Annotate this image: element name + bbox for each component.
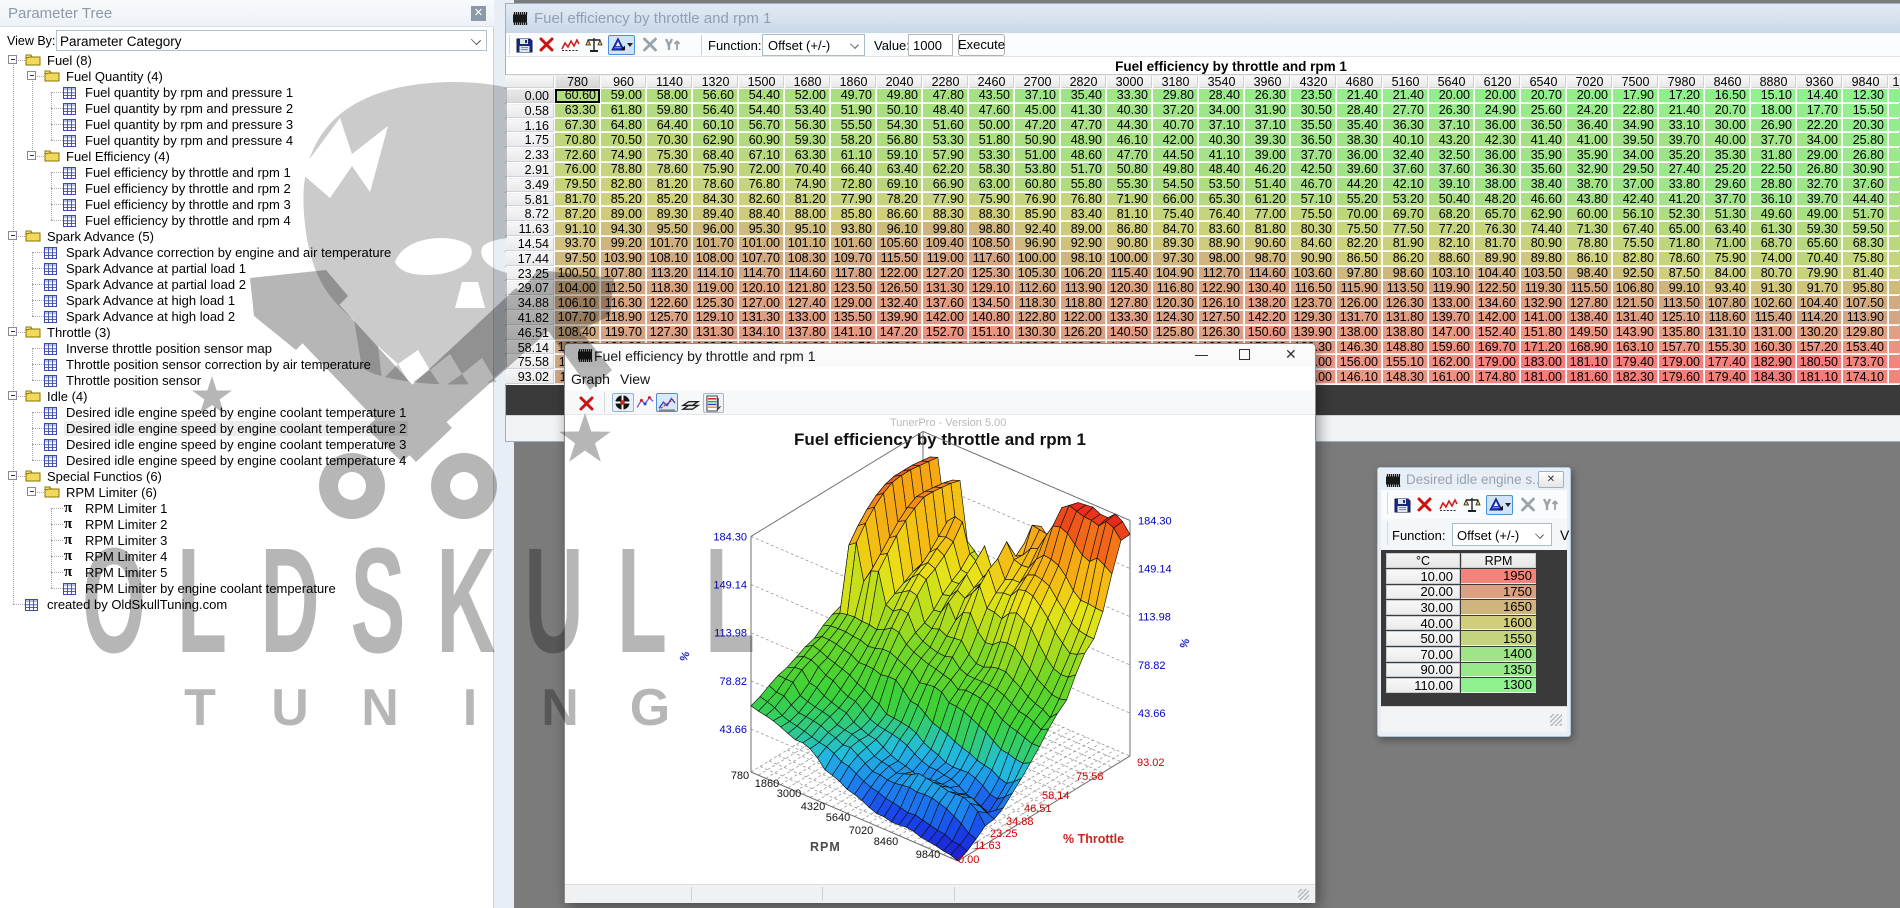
svg-text:%: % [1178, 637, 1193, 651]
svg-text:5640: 5640 [826, 812, 850, 824]
svg-text:0.00: 0.00 [958, 854, 979, 866]
svg-text:7020: 7020 [849, 825, 873, 837]
svg-text:184.30: 184.30 [1138, 515, 1172, 527]
svg-text:RPM: RPM [810, 840, 841, 854]
svg-text:780: 780 [731, 770, 749, 782]
svg-text:113.98: 113.98 [1138, 612, 1171, 624]
svg-text:78.82: 78.82 [719, 676, 747, 688]
svg-text:% Throttle: % Throttle [1063, 832, 1124, 846]
svg-text:8460: 8460 [874, 836, 898, 848]
svg-text:11.63: 11.63 [974, 840, 1001, 852]
svg-text:%: % [678, 650, 693, 664]
svg-text:78.82: 78.82 [1138, 660, 1166, 672]
svg-text:1860: 1860 [755, 778, 779, 790]
svg-text:23.25: 23.25 [990, 828, 1018, 840]
svg-text:4320: 4320 [801, 801, 825, 813]
svg-text:113.98: 113.98 [714, 628, 747, 640]
svg-text:34.88: 34.88 [1006, 816, 1034, 828]
svg-text:46.51: 46.51 [1024, 803, 1052, 815]
svg-text:75.58: 75.58 [1076, 771, 1104, 783]
svg-text:149.14: 149.14 [713, 580, 747, 592]
svg-text:43.66: 43.66 [1138, 708, 1166, 720]
svg-text:43.66: 43.66 [719, 724, 747, 736]
svg-text:3000: 3000 [777, 788, 801, 800]
svg-text:58.14: 58.14 [1042, 790, 1070, 802]
svg-text:184.30: 184.30 [713, 531, 747, 543]
svg-text:93.02: 93.02 [1137, 757, 1165, 769]
svg-text:149.14: 149.14 [1138, 564, 1172, 576]
svg-text:9840: 9840 [916, 849, 940, 861]
